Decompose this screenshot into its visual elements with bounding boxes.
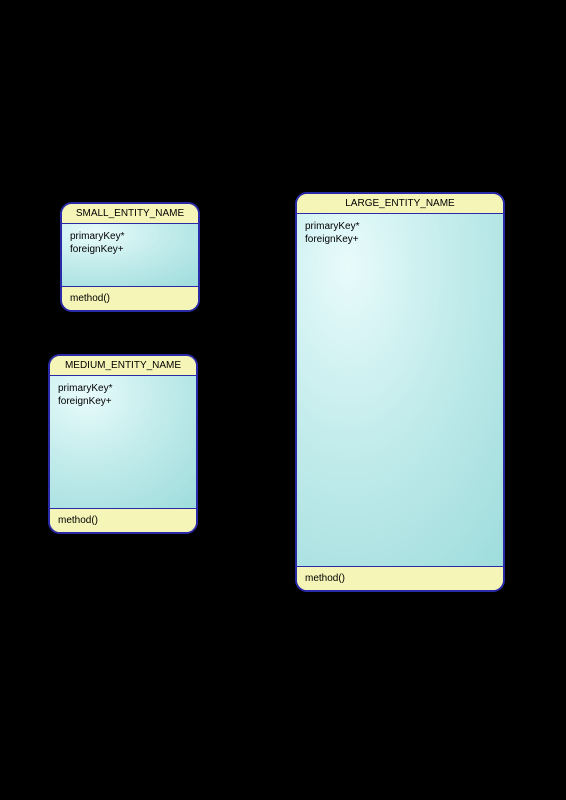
entity-methods: method() — [297, 567, 503, 590]
entity-title: MEDIUM_ENTITY_NAME — [50, 356, 196, 376]
primary-key: primaryKey* — [70, 230, 190, 243]
foreign-key: foreignKey+ — [58, 395, 188, 408]
entity-attributes: primaryKey* foreignKey+ — [297, 214, 503, 567]
method: method() — [58, 515, 98, 526]
primary-key: primaryKey* — [305, 220, 495, 233]
entity-medium: MEDIUM_ENTITY_NAME primaryKey* foreignKe… — [48, 354, 198, 534]
method: method() — [70, 293, 110, 304]
primary-key: primaryKey* — [58, 382, 188, 395]
entity-title: SMALL_ENTITY_NAME — [62, 204, 198, 224]
entity-large: LARGE_ENTITY_NAME primaryKey* foreignKey… — [295, 192, 505, 592]
method: method() — [305, 573, 345, 584]
foreign-key: foreignKey+ — [70, 243, 190, 256]
entity-title: LARGE_ENTITY_NAME — [297, 194, 503, 214]
entity-methods: method() — [62, 287, 198, 310]
foreign-key: foreignKey+ — [305, 233, 495, 246]
entity-attributes: primaryKey* foreignKey+ — [62, 224, 198, 287]
entity-attributes: primaryKey* foreignKey+ — [50, 376, 196, 509]
entity-methods: method() — [50, 509, 196, 532]
entity-small: SMALL_ENTITY_NAME primaryKey* foreignKey… — [60, 202, 200, 312]
